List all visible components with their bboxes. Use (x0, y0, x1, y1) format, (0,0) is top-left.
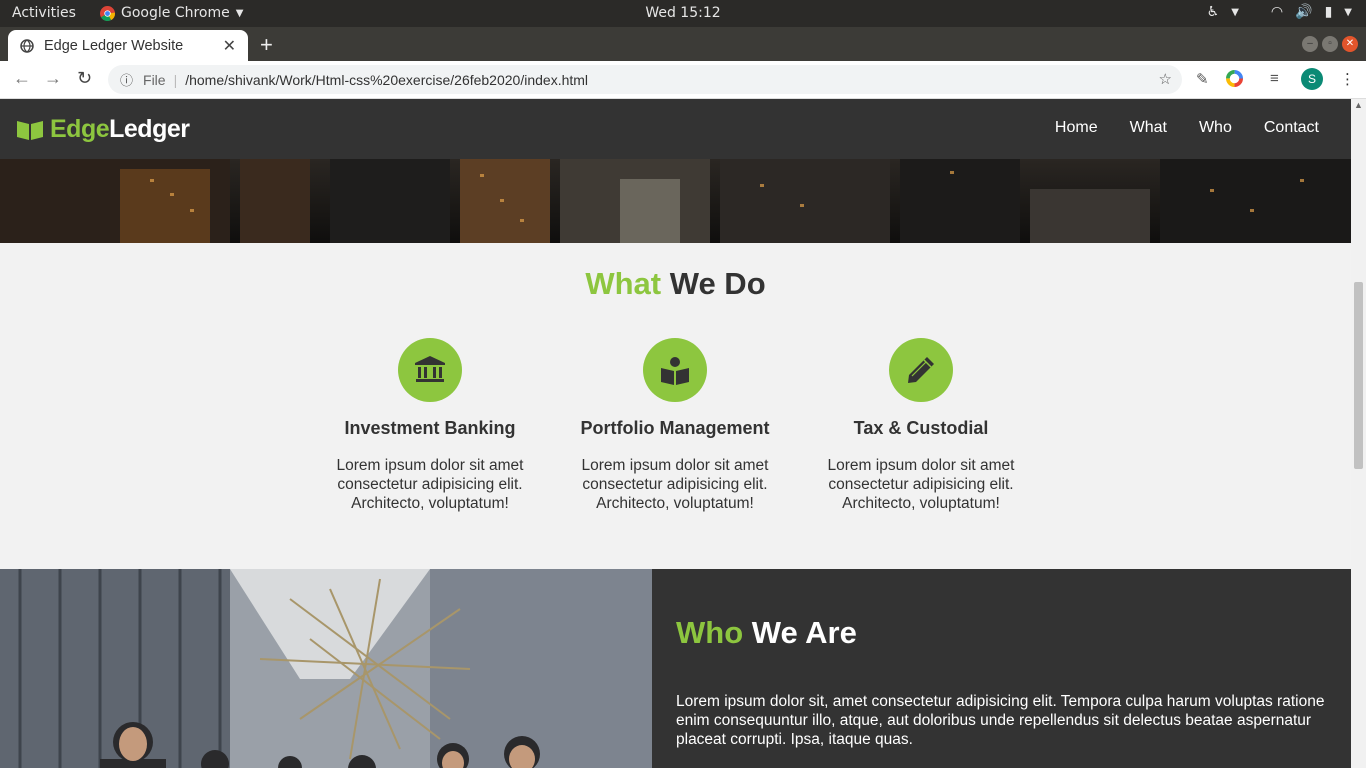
bank-icon (415, 356, 445, 382)
chevron-down-icon: ▼ (1231, 6, 1239, 18)
card-text: Lorem ipsum dolor sit amet consectetur a… (827, 457, 1015, 512)
reader-book-icon (661, 357, 689, 385)
activities-button[interactable]: Activities (12, 5, 76, 21)
color-wheel-extension-icon[interactable] (1226, 70, 1243, 91)
wifi-icon: ◠ (1270, 4, 1284, 20)
app-name: Google Chrome (121, 5, 230, 21)
card-title: Tax & Custodial (853, 418, 989, 438)
nav-link-home[interactable]: Home (1055, 119, 1098, 137)
scroll-up-arrow-icon[interactable]: ▲ (1354, 100, 1363, 110)
maximize-button[interactable]: ▫ (1322, 36, 1338, 52)
open-book-icon (17, 120, 43, 140)
service-card: Investment Banking Lorem ipsum dolor sit… (320, 338, 540, 513)
site-navbar: Edge Ledger Home What Who Contact (0, 99, 1351, 159)
minimize-button[interactable]: – (1302, 36, 1318, 52)
logo-text-edge: Edge (50, 115, 110, 143)
who-title-accent: Who (676, 615, 744, 650)
what-we-do-section: What We Do Investment Banking Lorem ipsu… (0, 243, 1351, 569)
who-we-are-section: Who We Are Lorem ipsum dolor sit, amet c… (0, 569, 1351, 768)
chevron-down-icon: ▼ (1344, 6, 1352, 18)
reload-icon[interactable]: ↻ (77, 68, 92, 89)
app-menu[interactable]: Google Chrome ▼ (100, 5, 243, 21)
icon-circle (889, 338, 953, 402)
url-text[interactable]: /home/shivank/Work/Html-css%20exercise/2… (185, 72, 588, 88)
bookmark-star-icon[interactable]: ☆ (1159, 70, 1172, 88)
what-section-title: What We Do (0, 266, 1351, 302)
address-bar[interactable]: ⓘ File | /home/shivank/Work/Html-css%20e… (108, 65, 1182, 94)
who-section-title: Who We Are (676, 615, 857, 651)
accessibility-icon[interactable]: ♿ (1207, 4, 1220, 20)
nav-link-contact[interactable]: Contact (1264, 119, 1319, 137)
logo-text-ledger: Ledger (109, 115, 190, 143)
file-label: File (143, 71, 166, 88)
scrollbar-thumb[interactable] (1354, 282, 1363, 469)
tab-active[interactable]: Edge Ledger Website ✕ (8, 30, 248, 61)
nav-link-who[interactable]: Who (1199, 119, 1232, 137)
card-text: Lorem ipsum dolor sit amet consectetur a… (581, 457, 769, 512)
tab-close-icon[interactable]: ✕ (223, 36, 236, 56)
close-window-button[interactable]: ✕ (1342, 36, 1358, 52)
site-menu: Home What Who Contact (1055, 119, 1319, 137)
tab-title: Edge Ledger Website (44, 37, 184, 54)
hero-city-image (0, 159, 1351, 243)
card-text: Lorem ipsum dolor sit amet consectetur a… (336, 457, 524, 512)
kebab-menu-icon[interactable]: ⋮ (1340, 70, 1355, 88)
who-title-rest: We Are (751, 615, 857, 650)
back-arrow-icon[interactable]: ← (13, 68, 31, 89)
window-controls: – ▫ ✕ (1302, 36, 1358, 52)
tab-strip: Edge Ledger Website ✕ + – ▫ ✕ (0, 27, 1366, 61)
system-top-bar: Activities Google Chrome ▼ Wed 15:12 ♿ ▼… (0, 0, 1366, 27)
page-viewport: Edge Ledger Home What Who Contact What W… (0, 99, 1351, 768)
card-title: Investment Banking (344, 418, 516, 438)
media-playlist-icon[interactable]: ≡ (1270, 70, 1279, 87)
team-photo (0, 569, 652, 768)
divider: | (173, 71, 178, 88)
new-tab-button[interactable]: + (260, 32, 273, 58)
what-title-accent: What (585, 266, 662, 301)
icon-circle (398, 338, 462, 402)
service-card: Tax & Custodial Lorem ipsum dolor sit am… (811, 338, 1031, 513)
card-title: Portfolio Management (580, 418, 770, 438)
nav-link-what[interactable]: What (1130, 119, 1167, 137)
globe-icon (20, 38, 34, 53)
chrome-logo-icon (100, 5, 115, 21)
who-description: Lorem ipsum dolor sit, amet consectetur … (676, 693, 1325, 748)
service-card: Portfolio Management Lorem ipsum dolor s… (565, 338, 785, 513)
extension-icon[interactable]: ✎ (1196, 70, 1209, 88)
system-tray[interactable]: ♿ ▼ ◠ 🔊 ▮ ▼ (1207, 4, 1352, 20)
pencil-icon (908, 357, 934, 383)
profile-avatar[interactable]: S (1301, 68, 1323, 90)
page-scrollbar[interactable]: ▲ (1351, 99, 1366, 768)
icon-circle (643, 338, 707, 402)
site-logo[interactable]: Edge Ledger (16, 115, 190, 144)
browser-toolbar: ← → ↻ ⓘ File | /home/shivank/Work/Html-c… (0, 61, 1366, 99)
volume-icon: 🔊 (1295, 4, 1313, 20)
forward-arrow-icon[interactable]: → (44, 68, 62, 89)
battery-icon: ▮ (1324, 4, 1333, 20)
what-title-rest: We Do (669, 266, 766, 301)
chevron-down-icon: ▼ (235, 7, 244, 19)
info-icon[interactable]: ⓘ (120, 70, 133, 89)
